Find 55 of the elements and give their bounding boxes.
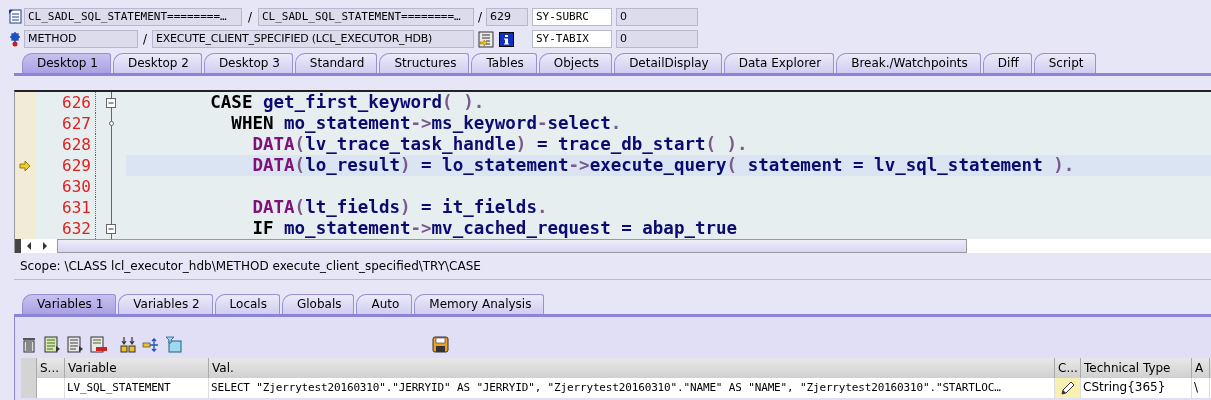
input-field[interactable]: CL_SADL_SQL_STATEMENT========… [24,8,242,26]
table-cell: CString{365} [1081,378,1192,398]
tab[interactable]: Variables 1 [22,294,117,314]
trash-icon[interactable] [21,335,38,353]
system-field-name: SY-TABIX [532,30,612,48]
input-field[interactable]: CL_SADL_SQL_STATEMENT========… [258,8,474,26]
document-minus-icon[interactable] [90,335,107,353]
scrollbar-thumb[interactable] [57,239,967,253]
tab[interactable]: Break./Watchpoints [836,53,981,73]
tab[interactable]: Desktop 3 [203,53,293,73]
scope-path: Scope: \CLASS lcl_executor_hdb\METHOD execute_client_specified\TRY\CASE [14,253,1211,280]
tab[interactable]: Desktop 1 [22,53,111,73]
scrollbar-handle[interactable] [15,239,21,253]
filter-icon[interactable] [165,335,182,353]
tab[interactable]: Locals [214,294,280,314]
code-line: DATA(lv_trace_task_handle) = trace_db_start( ). [251,134,749,155]
tab[interactable]: Variables 2 [118,294,213,314]
collapse-icon[interactable] [106,97,116,108]
gear-icon [8,31,23,47]
info-icon[interactable] [499,31,514,47]
input-field[interactable]: EXECUTE_CLIENT_SPECIFIED (LCL_EXECUTOR_HDB) [152,30,474,48]
tab[interactable]: Globals [281,294,355,314]
tab[interactable]: Objects [538,53,613,73]
code-line: CASE get_first_keyword( ). [209,92,486,113]
scroll-right-icon[interactable] [41,241,49,251]
tab[interactable]: DetailDisplay [614,53,722,73]
tab[interactable]: Script [1033,53,1097,73]
system-field-name: SY-SUBRC [532,8,612,26]
save-icon[interactable] [432,335,449,353]
tab[interactable]: Tables [471,53,537,73]
code-line: DATA(lt_fields) = it_fields. [251,197,549,218]
separator-slash: / [476,10,483,24]
input-field[interactable]: METHOD [24,30,138,48]
scroll-left-icon[interactable] [25,241,33,251]
document-list-icon [8,9,23,25]
system-field-value: 0 [616,8,698,26]
tab[interactable]: Desktop 2 [112,53,202,73]
pencil-icon[interactable] [1059,379,1076,396]
table-cell: \ [1192,378,1210,398]
code-line: IF mo_statement->mv_cached_request = abap_true [251,218,739,239]
tab[interactable]: Diff [982,53,1032,73]
system-field-value: 0 [616,30,698,48]
fold-branch-dot [108,121,114,126]
tab[interactable]: Standard [294,53,378,73]
separator-slash: / [141,32,148,46]
table-cell: LV_SQL_STATEMENT [65,378,209,398]
tab[interactable]: Data Explorer [723,53,835,73]
tab[interactable]: Structures [379,53,470,73]
arrows-down-icon[interactable] [119,335,136,353]
separator-slash: / [246,10,253,24]
code-line: WHEN mo_statement->ms_keyword-select. [230,113,623,134]
tab[interactable]: Memory Analysis [414,294,545,314]
input-field[interactable]: 629 [486,8,528,26]
tab[interactable]: Auto [356,294,413,314]
collapse-icon[interactable] [106,223,116,234]
